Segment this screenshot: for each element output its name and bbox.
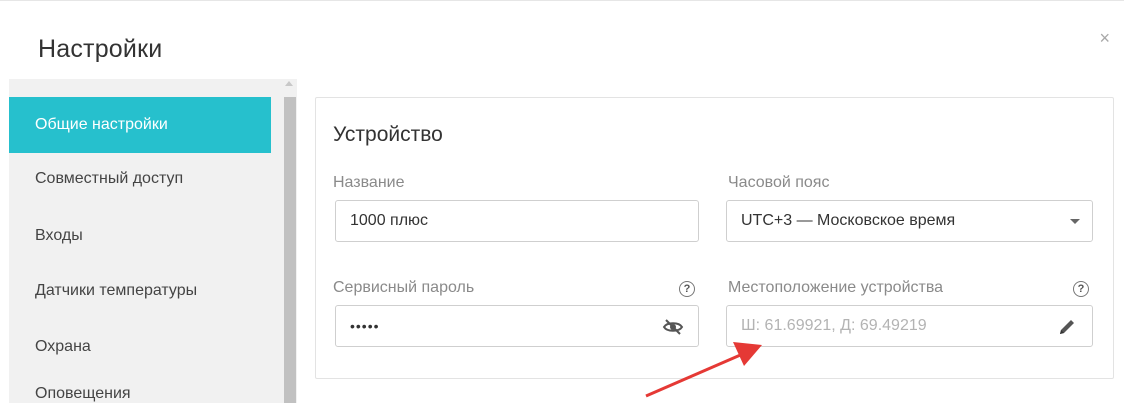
location-placeholder: Ш: 61.69921, Д: 69.49219 — [741, 317, 927, 334]
sidebar-item-sharing[interactable]: Совместный доступ — [9, 151, 271, 207]
sidebar-item-label: Совместный доступ — [35, 170, 184, 187]
sidebar-scrollbar[interactable] — [281, 79, 297, 403]
sidebar-item-label: Общие настройки — [35, 116, 168, 133]
chevron-down-icon — [1070, 219, 1080, 224]
sidebar-item-notifications[interactable]: Оповещения — [9, 366, 271, 403]
service-password-value: ••••• — [350, 318, 380, 334]
panel-title: Устройство — [333, 123, 443, 146]
sidebar-item-temperature-sensors[interactable]: Датчики температуры — [9, 263, 271, 319]
service-password-label: Сервисный пароль — [333, 279, 475, 296]
sidebar-item-general[interactable]: Общие настройки — [9, 97, 271, 153]
settings-dialog: Настройки × Общие настройки Совместный д… — [0, 0, 1124, 403]
location-field[interactable]: Ш: 61.69921, Д: 69.49219 — [726, 305, 1093, 347]
sidebar-item-label: Датчики температуры — [35, 282, 198, 299]
help-icon[interactable]: ? — [679, 281, 695, 297]
sidebar-item-label: Охрана — [35, 338, 91, 355]
sidebar-item-label: Входы — [35, 227, 83, 244]
name-label: Название — [333, 174, 405, 191]
eye-off-icon[interactable] — [662, 316, 684, 338]
name-field[interactable]: 1000 плюс — [335, 200, 699, 242]
sidebar-item-label: Оповещения — [35, 385, 131, 402]
location-label: Местоположение устройства — [728, 279, 944, 296]
pencil-icon[interactable] — [1056, 316, 1078, 338]
device-panel: Устройство Название 1000 плюс Часовой по… — [315, 97, 1114, 379]
settings-sidebar: Общие настройки Совместный доступ Входы … — [9, 79, 297, 403]
dialog-title: Настройки — [38, 35, 163, 63]
scrollbar-thumb[interactable] — [284, 97, 296, 403]
name-value: 1000 плюс — [350, 212, 429, 229]
timezone-value: UTC+3 — Московское время — [741, 212, 956, 229]
close-button[interactable]: × — [1099, 29, 1110, 47]
scroll-up-arrow-icon[interactable] — [285, 81, 293, 86]
timezone-select[interactable]: UTC+3 — Московское время — [726, 200, 1093, 242]
sidebar-item-inputs[interactable]: Входы — [9, 208, 271, 264]
help-icon[interactable]: ? — [1073, 281, 1089, 297]
timezone-label: Часовой пояс — [728, 174, 830, 191]
service-password-field[interactable]: ••••• — [335, 305, 699, 347]
